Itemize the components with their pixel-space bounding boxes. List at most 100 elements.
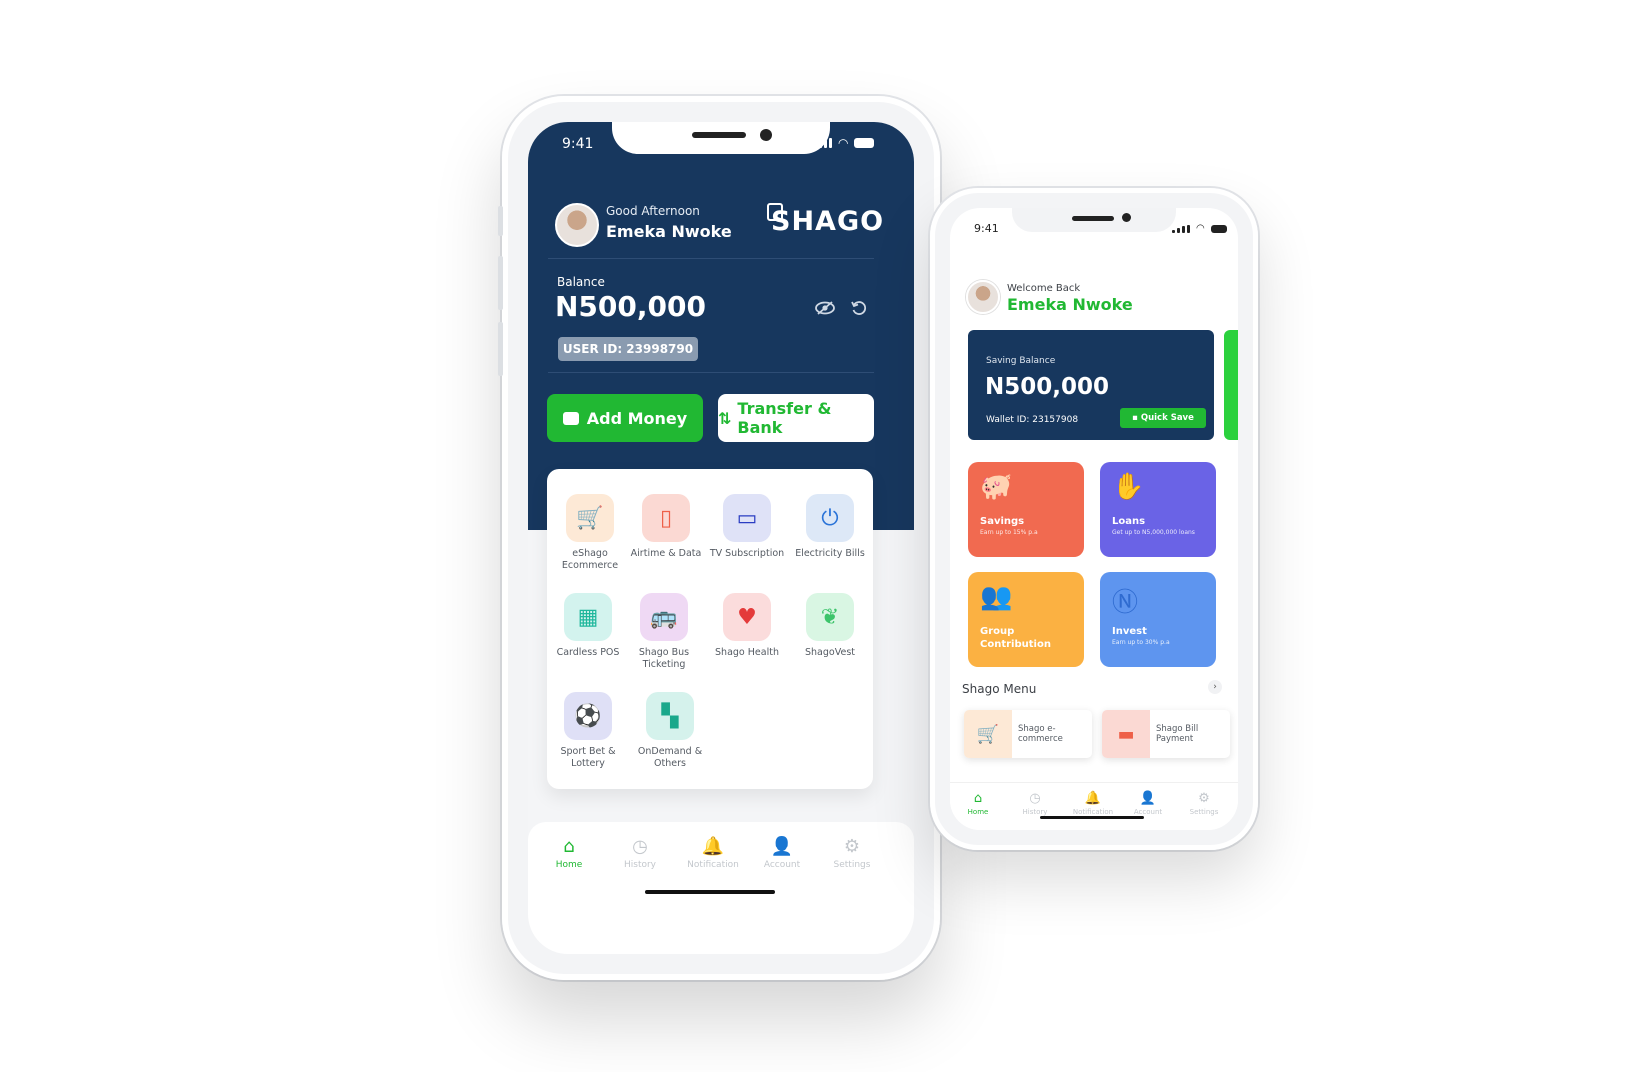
tile-loans[interactable]: ✋ Loans Get up to N5,000,000 loans (1100, 462, 1216, 557)
service-label: eShago Ecommerce (561, 548, 619, 571)
logo-text: SHAGO (771, 206, 885, 237)
service-shago-health[interactable]: ♥ Shago Health (706, 593, 788, 659)
mute-switch (498, 206, 503, 236)
notch (612, 122, 830, 154)
heart-icon: ♥ (723, 593, 771, 641)
saving-balance-label: Saving Balance (986, 356, 1056, 366)
status-icons: ◠ (1172, 224, 1227, 234)
balance-label: Balance (557, 275, 605, 289)
nav-settings[interactable]: ⚙ Settings (817, 836, 887, 870)
hide-balance-icon[interactable] (815, 300, 835, 321)
user-icon: 👤 (770, 836, 794, 857)
status-icons: ◠ (814, 137, 875, 149)
home-indicator (1040, 816, 1144, 819)
nav-notification[interactable]: 🔔 Notification (678, 836, 748, 870)
ball-icon: ⚽ (564, 692, 612, 740)
plug-icon: ⏻ (806, 494, 854, 542)
clock-icon: ◷ (1029, 791, 1041, 806)
service-shagovest[interactable]: ❦ ShagoVest (789, 593, 871, 659)
screen-main: 9:41 ◠ Good Afternoon Emeka Nwoke SHAGO … (528, 122, 914, 954)
tv-icon: ▭ (723, 494, 771, 542)
chevron-right-icon[interactable]: › (1208, 680, 1222, 694)
tile-invest[interactable]: Ⓝ Invest Earn up to 30% p.a (1100, 572, 1216, 667)
plant-icon: ❦ (806, 593, 854, 641)
nav-label: Settings (833, 860, 871, 870)
tile-title: Group Contribution (980, 626, 1051, 650)
nav-home[interactable]: ⌂ Home (534, 836, 604, 870)
service-tv-subscription[interactable]: ▭ TV Subscription (706, 494, 788, 560)
service-sport-bet-lottery[interactable]: ⚽ Sport Bet & Lottery (547, 692, 629, 770)
status-time: 9:41 (562, 136, 594, 152)
bell-icon: 🔔 (701, 836, 725, 857)
nav-account[interactable]: 👤 Account (1120, 791, 1176, 816)
transfer-bank-label: Transfer & Bank (737, 399, 832, 437)
nav-label: Notification (1072, 808, 1114, 816)
tile-subtitle: Get up to N5,000,000 loans (1112, 529, 1195, 536)
add-money-button[interactable]: Add Money (547, 394, 703, 442)
battery-icon (1210, 225, 1227, 233)
nav-history[interactable]: ◷ History (1007, 791, 1063, 816)
service-electricity-bills[interactable]: ⏻ Electricity Bills (789, 494, 871, 560)
quick-save-button[interactable]: ▪ Quick Save (1120, 408, 1206, 428)
transfer-bank-button[interactable]: ⇅ Transfer & Bank (718, 394, 874, 442)
tile-title: Loans (1112, 516, 1146, 527)
mockup-stage: 9:41 ◠ Good Afternoon Emeka Nwoke SHAGO … (0, 0, 1647, 1072)
shago-logo: SHAGO (767, 203, 885, 237)
speaker (1072, 216, 1114, 221)
service-label: OnDemand & Others (637, 746, 703, 769)
tile-title: Invest (1112, 626, 1147, 637)
cart-icon: 🛒 (964, 710, 1012, 758)
wallet-icon (562, 411, 579, 425)
speaker (692, 132, 746, 138)
nav-label: History (623, 860, 657, 870)
service-airtime-data[interactable]: ▯ Airtime & Data (625, 494, 707, 560)
clock-icon: ◷ (632, 836, 648, 857)
wallet-id: Wallet ID: 23157908 (986, 415, 1079, 425)
transfer-arrows-icon: ⇅ (718, 408, 732, 428)
menu-shago-bill-payment[interactable]: ▬ Shago Bill Payment (1102, 710, 1230, 758)
nav-history[interactable]: ◷ History (605, 836, 675, 870)
bottom-nav: ⌂ Home ◷ History 🔔 Notification 👤 Accoun… (950, 782, 1238, 830)
nav-notification[interactable]: 🔔 Notification (1065, 791, 1121, 816)
grid-icon: ▚ (646, 692, 694, 740)
service-bus-ticketing[interactable]: 🚌 Shago Bus Ticketing (623, 593, 705, 671)
services-grid: 🛒 eShago Ecommerce ▯ Airtime & Data ▭ TV… (547, 469, 873, 789)
phone-secondary: 9:41 ◠ Welcome Back Emeka Nwoke Saving B… (930, 188, 1258, 850)
bag-icon (767, 203, 783, 221)
service-ondemand-others[interactable]: ▚ OnDemand & Others (629, 692, 711, 770)
bottom-nav: ⌂ Home ◷ History 🔔 Notification 👤 Accoun… (528, 822, 914, 954)
group-icon: 👥 (980, 582, 1013, 612)
signal-icon (814, 138, 832, 148)
refresh-icon[interactable] (850, 299, 868, 322)
divider (548, 372, 874, 373)
tile-group-contribution[interactable]: 👥 Group Contribution (968, 572, 1084, 667)
menu-label: Shago Bill Payment (1156, 724, 1199, 744)
volume-up-button (498, 256, 503, 310)
tile-subtitle: Earn up to 30% p.a (1112, 639, 1170, 646)
tile-title: Savings (980, 516, 1025, 527)
service-eshago-ecommerce[interactable]: 🛒 eShago Ecommerce (549, 494, 631, 572)
bell-icon: 🔔 (1084, 791, 1102, 806)
next-card-peek[interactable] (1224, 330, 1238, 440)
nav-home[interactable]: ⌂ Home (950, 791, 1006, 816)
avatar[interactable] (966, 280, 1000, 314)
status-time: 9:41 (974, 222, 999, 235)
service-label: Cardless POS (556, 647, 620, 658)
service-label: Airtime & Data (630, 548, 702, 559)
nav-label: Notification (687, 860, 739, 870)
service-label: ShagoVest (805, 647, 855, 658)
nav-label: Home (555, 860, 583, 870)
nav-settings[interactable]: ⚙ Settings (1176, 791, 1232, 816)
pos-icon: ▦ (564, 593, 612, 641)
tile-savings[interactable]: 🐖 Savings Earn up to 15% p.a (968, 462, 1084, 557)
menu-shago-ecommerce[interactable]: 🛒 Shago e-commerce (964, 710, 1092, 758)
avatar[interactable] (555, 203, 599, 247)
phone-main: 9:41 ◠ Good Afternoon Emeka Nwoke SHAGO … (498, 96, 944, 980)
quick-save-label: Quick Save (1140, 413, 1194, 423)
nav-account[interactable]: 👤 Account (747, 836, 817, 870)
screen-secondary: 9:41 ◠ Welcome Back Emeka Nwoke Saving B… (950, 208, 1238, 830)
bus-icon: 🚌 (640, 593, 688, 641)
service-cardless-pos[interactable]: ▦ Cardless POS (547, 593, 629, 659)
saving-balance-card[interactable]: Saving Balance N500,000 Wallet ID: 23157… (968, 330, 1214, 440)
home-indicator (645, 890, 775, 894)
